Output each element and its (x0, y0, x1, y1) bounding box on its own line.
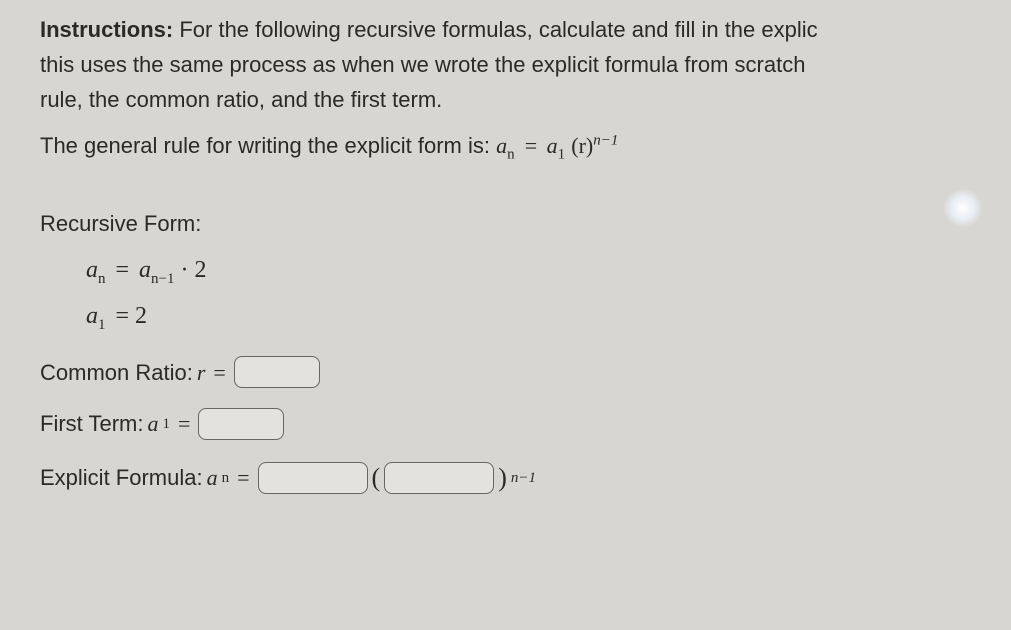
instructions-line1: For the following recursive formulas, ca… (173, 17, 817, 42)
instructions-line3: rule, the common ratio, and the first te… (40, 87, 442, 112)
explicit-var-a: a (207, 460, 218, 495)
explicit-exp: n−1 (511, 466, 536, 490)
recursive-form-title: Recursive Form: (40, 206, 1011, 241)
instructions-block: Instructions: For the following recursiv… (40, 12, 1011, 118)
first-term-row: First Term: a1 = (40, 406, 1011, 441)
explicit-var-sub: n (222, 466, 230, 490)
recursive-line2: a1 = 2 (86, 297, 1011, 337)
first-term-label: First Term: (40, 406, 143, 441)
lens-glare (943, 188, 983, 228)
formula-eq: = (525, 133, 543, 158)
explicit-label: Explicit Formula: (40, 460, 203, 495)
explicit-input-2[interactable] (384, 462, 494, 494)
first-term-var-sub: 1 (162, 412, 170, 436)
instructions-line2: this uses the same process as when we wr… (40, 52, 805, 77)
formula-sub-n: n (507, 146, 515, 162)
formula-a1: a (547, 133, 558, 158)
recursive-form-block: an = an−1 · 2 a1 = 2 (86, 251, 1011, 337)
formula-a: a (496, 133, 507, 158)
explicit-close: ) (498, 457, 507, 499)
common-ratio-label: Common Ratio: (40, 355, 193, 390)
formula-exp: n−1 (593, 132, 618, 148)
explicit-formula-row: Explicit Formula: an = ( )n−1 (40, 457, 1011, 499)
explicit-eq: = (237, 460, 249, 495)
instructions-label: Instructions: (40, 17, 173, 42)
first-term-input[interactable] (198, 408, 284, 440)
general-rule-row: The general rule for writing the explici… (40, 128, 1011, 166)
general-rule-text: The general rule for writing the explici… (40, 133, 496, 158)
common-ratio-eq: = (213, 355, 225, 390)
common-ratio-row: Common Ratio: r = (40, 355, 1011, 390)
first-term-var-a: a (147, 406, 158, 441)
common-ratio-input[interactable] (234, 356, 320, 388)
explicit-open: ( (372, 457, 381, 499)
explicit-input-1[interactable] (258, 462, 368, 494)
recursive-line1: an = an−1 · 2 (86, 251, 1011, 291)
formula-sub-1: 1 (558, 146, 566, 162)
first-term-eq: = (178, 406, 190, 441)
common-ratio-var: r (197, 355, 206, 390)
formula-r: (r) (571, 133, 593, 158)
